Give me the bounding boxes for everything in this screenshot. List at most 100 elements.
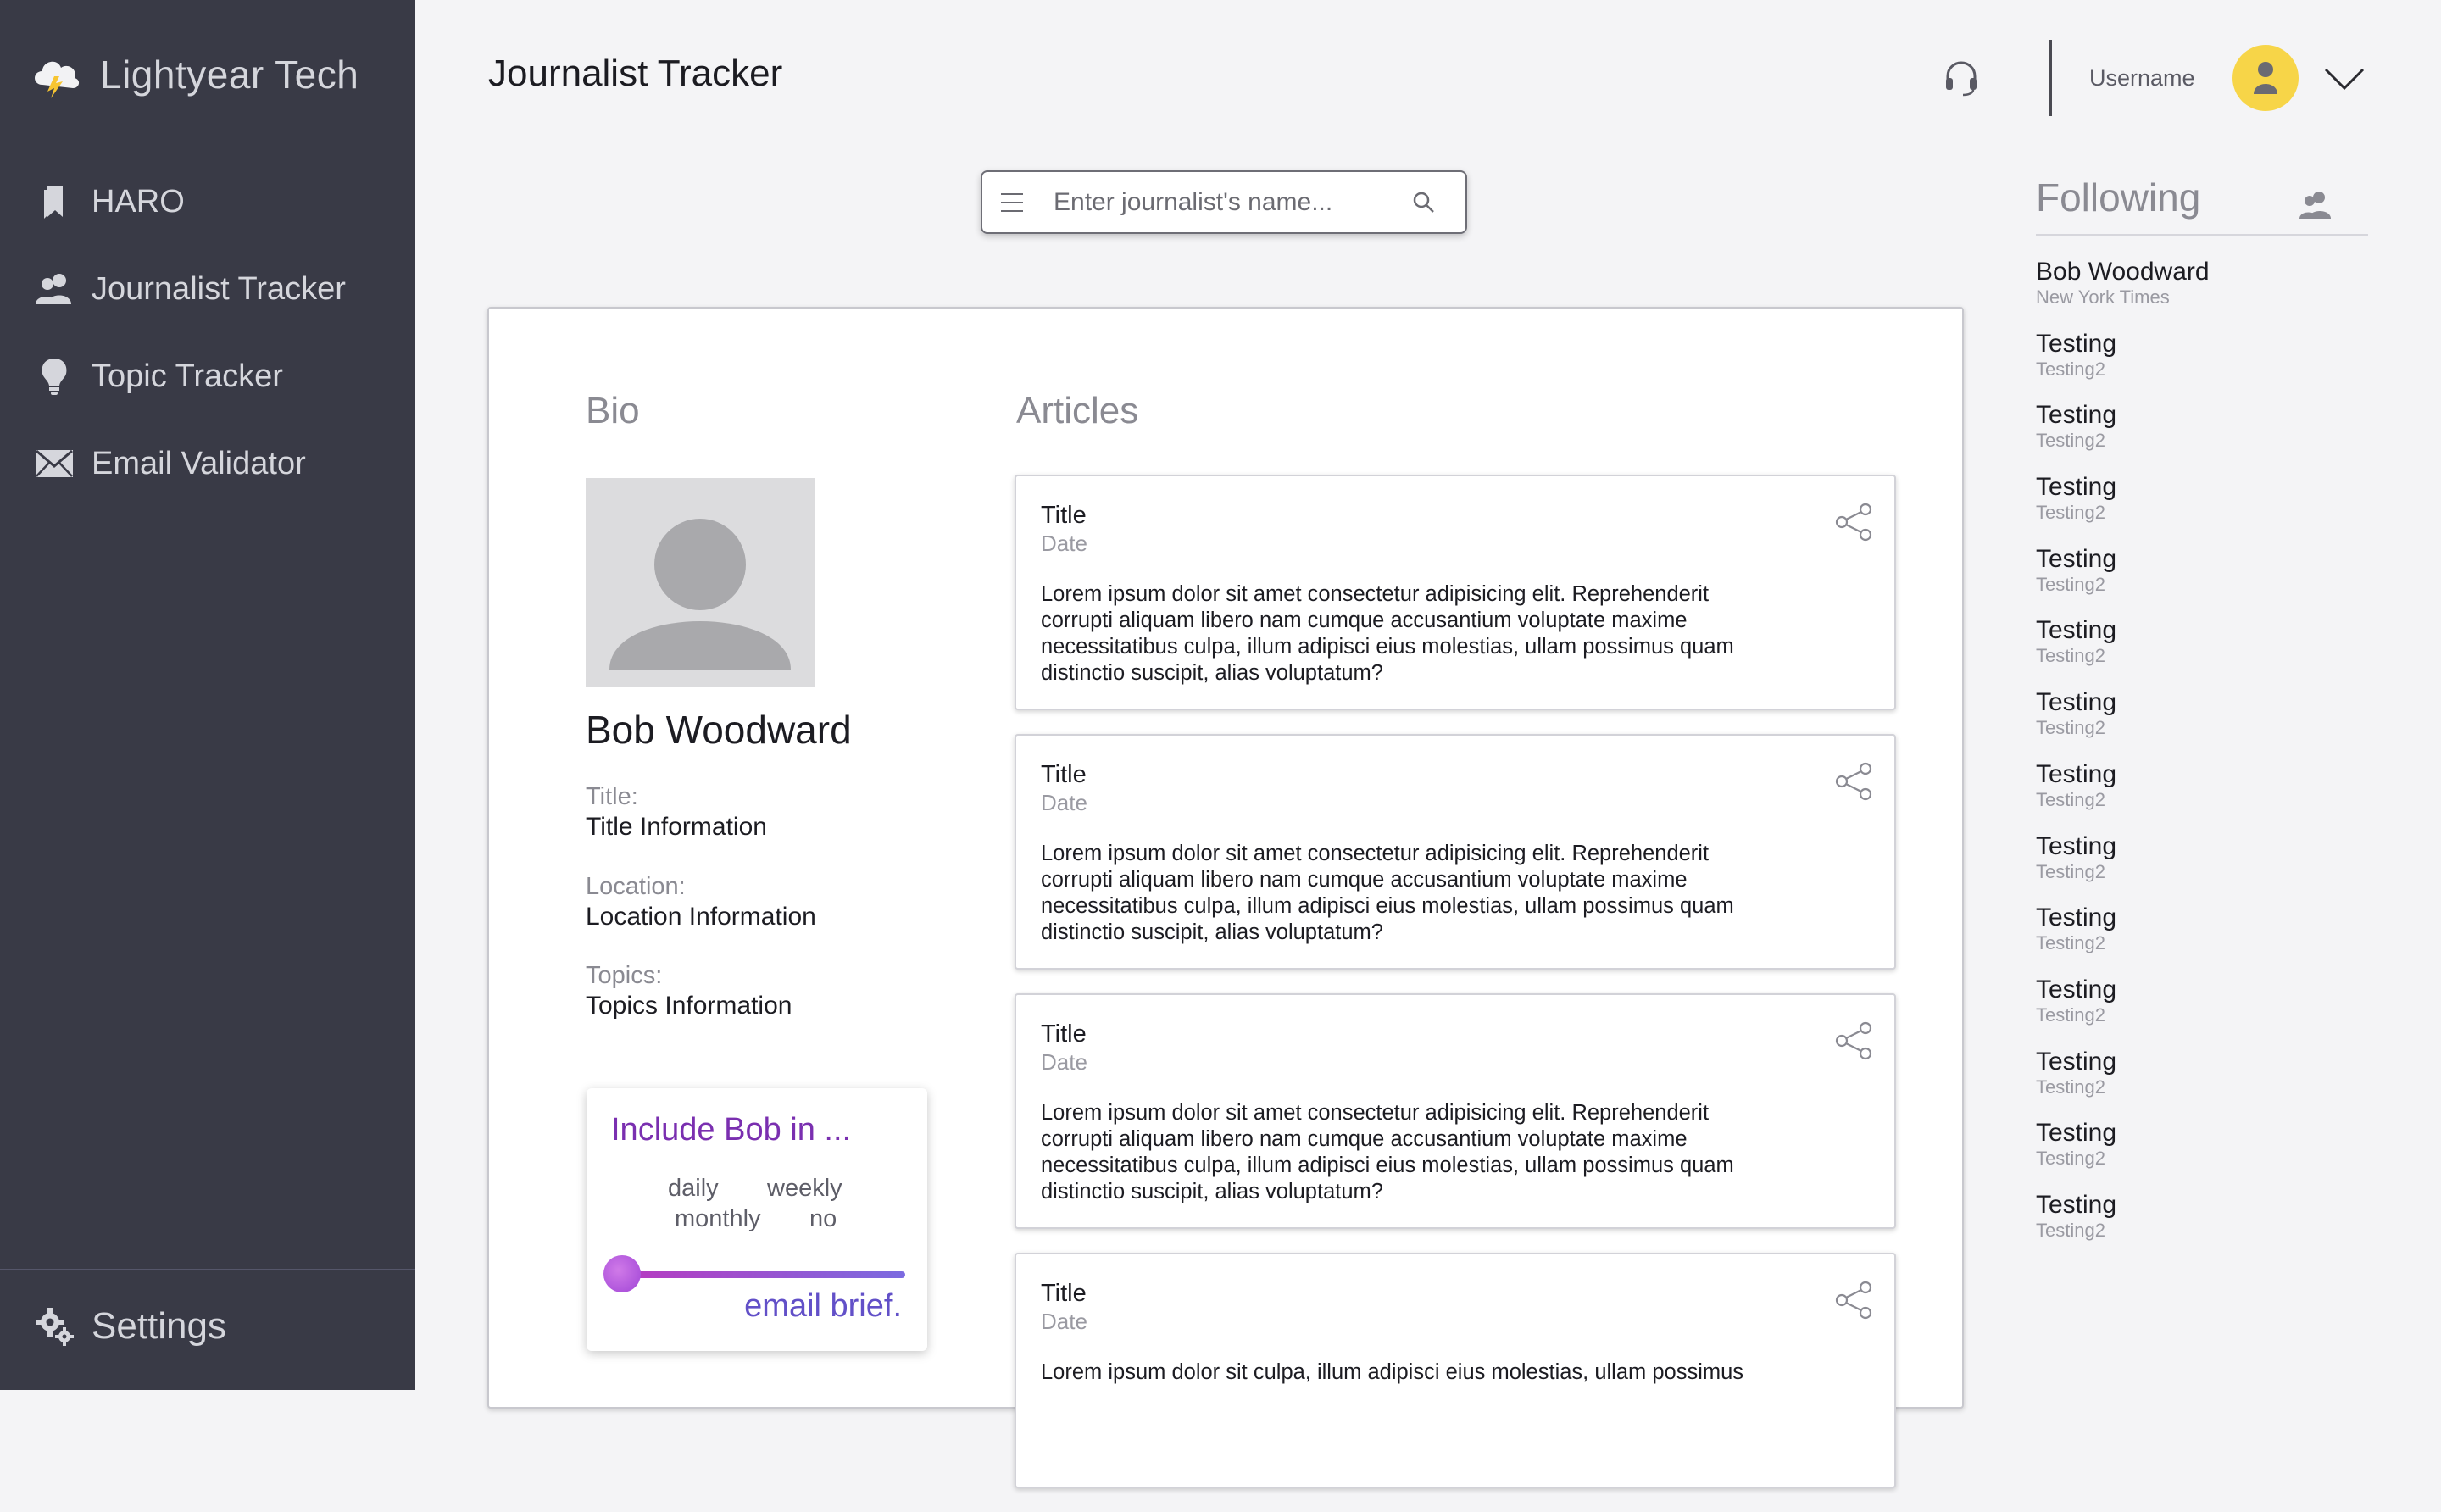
- sidebar-item-label: Topic Tracker: [92, 358, 283, 394]
- sidebar-item-topic-tracker[interactable]: Topic Tracker: [34, 353, 346, 400]
- gear-icon: [34, 1306, 75, 1347]
- brief-title: Include Bob in ...: [611, 1112, 852, 1148]
- users-icon: [34, 269, 75, 309]
- following-outlet: New York Times: [2036, 286, 2170, 308]
- sidebar-item-label: HARO: [92, 183, 185, 220]
- following-item[interactable]: Testing Testing2: [2036, 544, 2368, 616]
- sidebar-divider: [0, 1269, 415, 1270]
- following-name: Testing: [2036, 1119, 2117, 1148]
- frequency-option-weekly[interactable]: weekly: [767, 1175, 842, 1203]
- following-title: Following: [2036, 175, 2201, 220]
- following-item[interactable]: Testing Testing2: [2036, 831, 2368, 903]
- share-icon[interactable]: [1833, 1020, 1874, 1061]
- following-name: Testing: [2036, 688, 2117, 717]
- following-item[interactable]: Testing Testing2: [2036, 975, 2368, 1047]
- frequency-option-no[interactable]: no: [809, 1205, 837, 1233]
- cloud-lightning-logo-icon: [35, 61, 80, 98]
- journalist-name: Bob Woodward: [586, 708, 852, 752]
- bio-field-location: Location: Location Information: [586, 871, 816, 932]
- following-name: Testing: [2036, 544, 2117, 573]
- article-card[interactable]: Title Date Lorem ipsum dolor sit amet co…: [1015, 734, 1896, 970]
- frequency-slider-track[interactable]: [620, 1271, 905, 1278]
- article-card[interactable]: Title Date Lorem ipsum dolor sit culpa, …: [1015, 1253, 1896, 1488]
- following-name: Testing: [2036, 759, 2117, 788]
- email-brief-card: Include Bob in ... daily weekly monthly …: [587, 1088, 927, 1351]
- following-outlet: Testing2: [2036, 860, 2105, 882]
- brief-footer: email brief.: [744, 1288, 902, 1324]
- share-icon[interactable]: [1833, 502, 1874, 542]
- following-item[interactable]: Testing Testing2: [2036, 472, 2368, 544]
- articles-heading: Articles: [1016, 390, 1139, 431]
- following-outlet: Testing2: [2036, 1148, 2105, 1170]
- article-card[interactable]: Title Date Lorem ipsum dolor sit amet co…: [1015, 475, 1896, 710]
- following-item[interactable]: Testing Testing2: [2036, 1047, 2368, 1119]
- lightbulb-icon: [34, 356, 75, 397]
- search-icon[interactable]: [1411, 190, 1437, 215]
- article-body: Lorem ipsum dolor sit amet consectetur a…: [1041, 582, 1734, 685]
- frequency-option-daily[interactable]: daily: [668, 1175, 719, 1203]
- following-name: Testing: [2036, 1190, 2117, 1219]
- users-icon: [2299, 192, 2331, 219]
- envelope-icon: [34, 443, 75, 484]
- article-title: Title: [1041, 1280, 1087, 1307]
- header-user-area: Username: [1932, 37, 2366, 119]
- article-date: Date: [1041, 790, 1087, 815]
- sidebar-item-label: Email Validator: [92, 445, 306, 481]
- following-outlet: Testing2: [2036, 788, 2105, 810]
- article-card[interactable]: Title Date Lorem ipsum dolor sit amet co…: [1015, 993, 1896, 1229]
- article-date: Date: [1041, 1049, 1087, 1075]
- following-outlet: Testing2: [2036, 573, 2105, 595]
- bio-label: Topics:: [586, 962, 663, 989]
- following-outlet: Testing2: [2036, 1003, 2105, 1026]
- following-item[interactable]: Testing Testing2: [2036, 400, 2368, 472]
- sidebar-nav: HARO Journalist Tracker Topic Tracker Em…: [34, 178, 346, 527]
- bookmark-icon: [34, 181, 75, 222]
- following-item[interactable]: Testing Testing2: [2036, 615, 2368, 687]
- following-item[interactable]: Testing Testing2: [2036, 687, 2368, 759]
- sidebar-item-email-validator[interactable]: Email Validator: [34, 440, 346, 487]
- following-list: Bob Woodward New York Times Testing Testin…: [2036, 257, 2368, 1262]
- settings-button[interactable]: Settings: [34, 1305, 226, 1348]
- journalist-search: [981, 170, 1467, 234]
- frequency-slider-thumb[interactable]: [603, 1255, 641, 1292]
- following-item[interactable]: Testing Testing2: [2036, 1118, 2368, 1190]
- article-title: Title: [1041, 1020, 1087, 1048]
- article-body: Lorem ipsum dolor sit amet consectetur a…: [1041, 1101, 1734, 1203]
- following-item[interactable]: Bob Woodward New York Times: [2036, 257, 2368, 329]
- frequency-option-monthly[interactable]: monthly: [675, 1205, 761, 1233]
- article-body: Lorem ipsum dolor sit culpa, illum adipi…: [1041, 1360, 1744, 1384]
- sidebar-item-haro[interactable]: HARO: [34, 178, 346, 225]
- profile-photo-placeholder: [586, 478, 815, 687]
- following-outlet: Testing2: [2036, 502, 2105, 524]
- following-item[interactable]: Testing Testing2: [2036, 759, 2368, 831]
- share-icon[interactable]: [1833, 761, 1874, 802]
- following-item[interactable]: Testing Testing2: [2036, 329, 2368, 401]
- article-title: Title: [1041, 502, 1087, 529]
- article-title: Title: [1041, 761, 1087, 788]
- following-name: Testing: [2036, 473, 2117, 502]
- brand[interactable]: Lightyear Tech: [29, 51, 359, 98]
- following-name: Testing: [2036, 401, 2117, 430]
- headset-icon[interactable]: [1941, 58, 1982, 98]
- sidebar-item-label: Journalist Tracker: [92, 270, 346, 307]
- following-outlet: Testing2: [2036, 358, 2105, 380]
- chevron-down-icon[interactable]: [2322, 61, 2366, 95]
- following-header: Following: [2036, 170, 2368, 225]
- bio-value: Location Information: [586, 903, 816, 931]
- sidebar-item-journalist-tracker[interactable]: Journalist Tracker: [34, 265, 346, 313]
- user-silhouette-icon: [609, 519, 791, 670]
- sidebar: Lightyear Tech HARO Journalist Tracker T…: [0, 0, 415, 1390]
- article-date: Date: [1041, 531, 1087, 556]
- menu-icon[interactable]: [999, 190, 1028, 215]
- following-name: Bob Woodward: [2036, 258, 2210, 286]
- following-item[interactable]: Testing Testing2: [2036, 903, 2368, 975]
- following-item[interactable]: Testing Testing2: [2036, 1190, 2368, 1262]
- search-input[interactable]: [1052, 186, 1411, 218]
- bio-value: Title Information: [586, 813, 767, 841]
- share-icon[interactable]: [1833, 1280, 1874, 1320]
- bio-label: Location:: [586, 873, 686, 900]
- following-divider: [2036, 234, 2368, 236]
- avatar[interactable]: [2232, 45, 2299, 111]
- username-label[interactable]: Username: [2089, 65, 2195, 92]
- following-outlet: Testing2: [2036, 430, 2105, 452]
